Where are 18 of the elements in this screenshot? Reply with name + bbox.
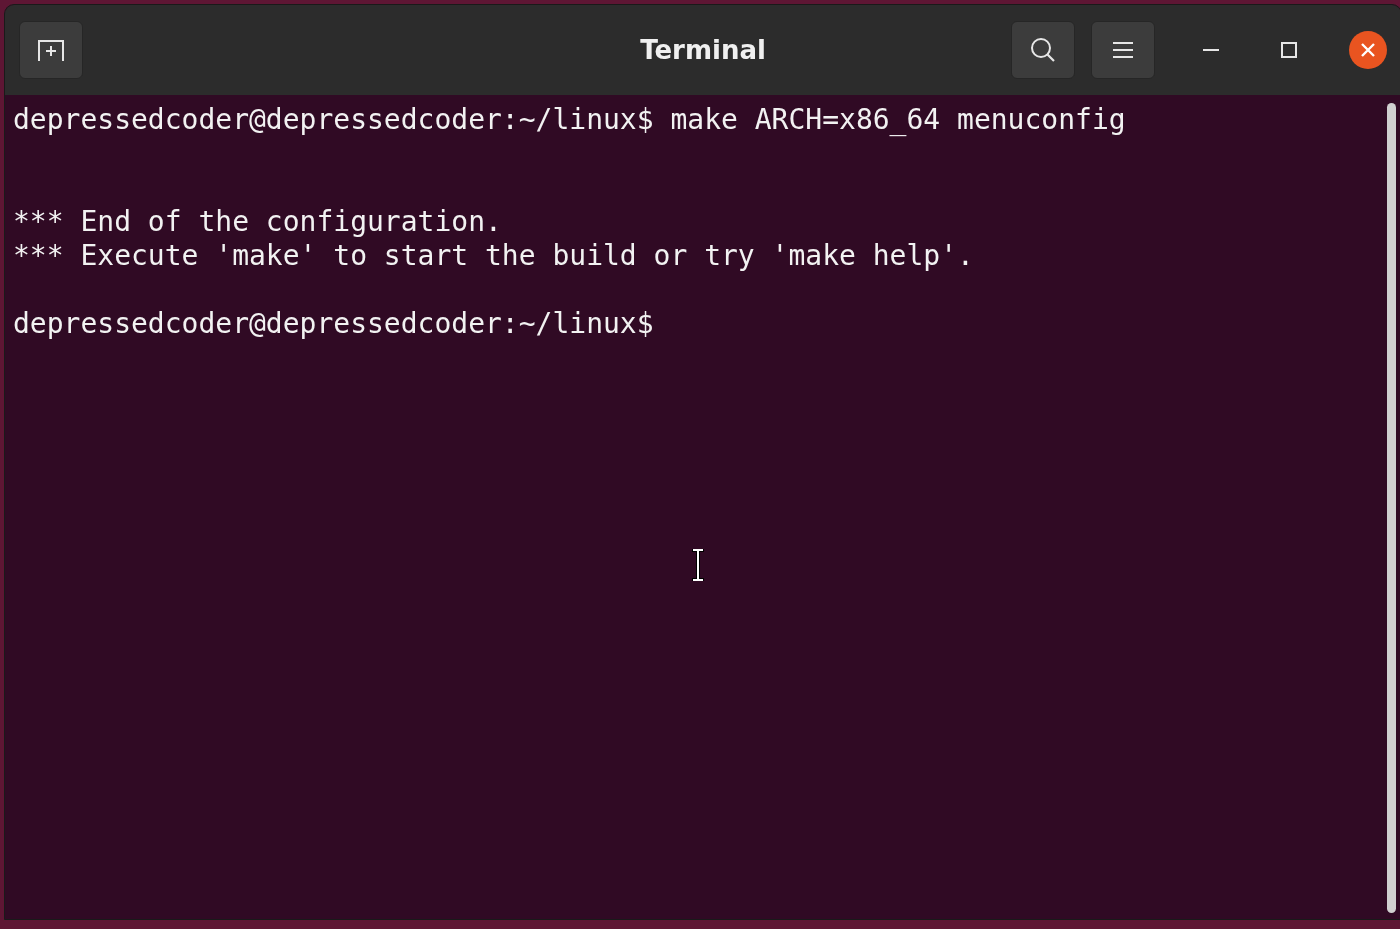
window-title: Terminal: [640, 35, 766, 65]
output-text: *** End of the configuration.: [13, 205, 502, 238]
search-button[interactable]: [1011, 21, 1075, 79]
new-tab-button[interactable]: [19, 21, 83, 79]
maximize-icon: [1281, 42, 1297, 58]
output-text: *** Execute 'make' to start the build or try 'make help'.: [13, 239, 974, 272]
close-icon: [1360, 42, 1376, 58]
menu-icon: [1112, 41, 1134, 59]
minimize-icon: [1203, 48, 1219, 52]
command-text: make ARCH=x86_64 menuconfig: [670, 103, 1126, 136]
search-icon: [1029, 36, 1057, 64]
menu-button[interactable]: [1091, 21, 1155, 79]
new-tab-icon: [36, 37, 66, 63]
scrollbar[interactable]: [1387, 103, 1396, 913]
close-button[interactable]: [1349, 31, 1387, 69]
text-cursor-icon: [691, 549, 705, 581]
shell-prompt: depressedcoder@depressedcoder:~/linux$: [13, 307, 654, 340]
shell-prompt: depressedcoder@depressedcoder:~/linux$: [13, 103, 654, 136]
